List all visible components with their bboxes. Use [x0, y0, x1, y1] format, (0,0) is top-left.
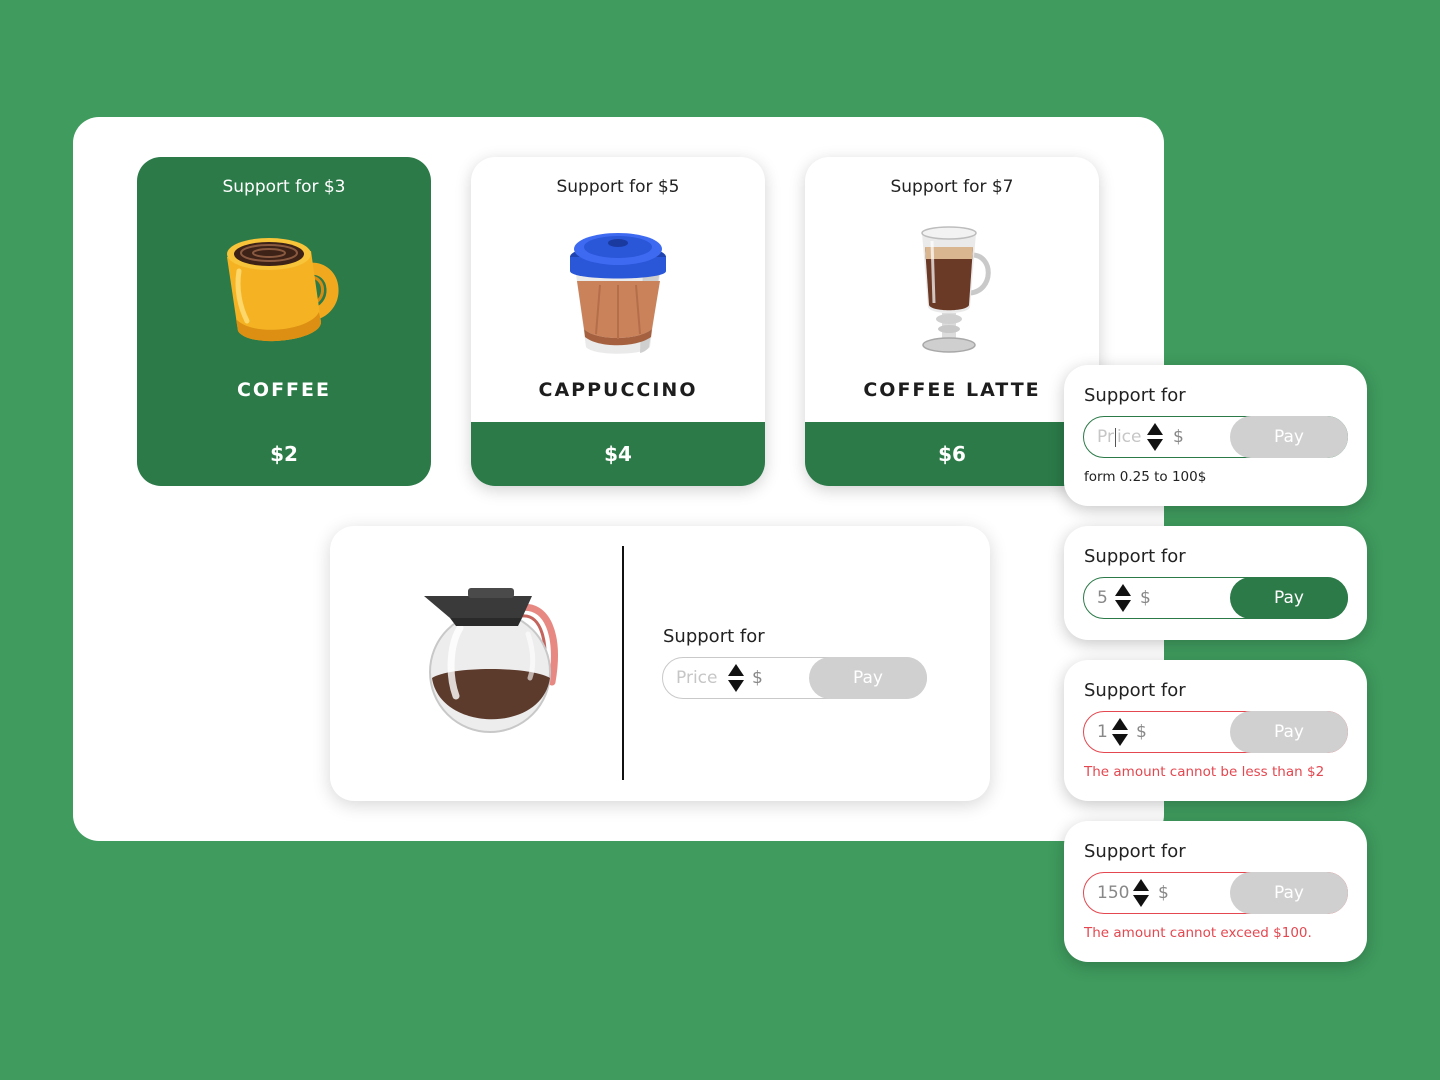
pay-button[interactable]: Pay	[809, 657, 927, 699]
card-name: COFFEE LATTE	[863, 379, 1041, 401]
support-widget-error-min: Support for 1 $ Pay The amount cannot be…	[1064, 660, 1367, 801]
card-support-label: Support for $7	[890, 177, 1014, 197]
pay-button[interactable]: Pay	[1230, 711, 1348, 753]
custom-amount-panel: Support for Price $ Pay	[330, 526, 990, 801]
currency-symbol: $	[1158, 883, 1169, 903]
amount-stepper[interactable]	[1146, 422, 1164, 452]
pay-button[interactable]: Pay	[1230, 577, 1348, 619]
amount-stepper[interactable]	[1114, 583, 1132, 613]
amount-stepper[interactable]	[1111, 717, 1129, 747]
card-name: COFFEE	[236, 379, 331, 401]
custom-amount-field: Price $ Pay	[662, 657, 927, 699]
price-input[interactable]: 1	[1097, 712, 1108, 752]
price-input[interactable]: Price	[676, 658, 717, 698]
support-label: Support for	[663, 626, 765, 647]
price-input[interactable]: 150	[1097, 873, 1129, 913]
amount-field: 5 $ Pay	[1083, 577, 1348, 619]
price-button[interactable]: $6	[805, 422, 1099, 486]
support-label: Support for	[1084, 680, 1186, 701]
amount-field: 150 $ Pay	[1083, 872, 1348, 914]
price-button[interactable]: $2	[137, 422, 431, 486]
panel-divider	[622, 546, 624, 780]
currency-symbol: $	[1140, 588, 1151, 608]
card-name: CAPPUCCINO	[538, 379, 698, 401]
coffee-card[interactable]: Support for $3 COFFEE $2	[137, 157, 431, 486]
placeholder-text-start: Pr	[1097, 427, 1114, 447]
amount-field: 1 $ Pay	[1083, 711, 1348, 753]
currency-symbol: $	[1136, 722, 1147, 742]
support-label: Support for	[1084, 385, 1186, 406]
range-hint: form 0.25 to 100$	[1084, 469, 1207, 485]
currency-symbol: $	[1173, 427, 1184, 447]
takeaway-cup-icon	[548, 219, 688, 359]
text-caret	[1114, 427, 1116, 447]
support-widget-error-max: Support for 150 $ Pay The amount cannot …	[1064, 821, 1367, 962]
support-label: Support for	[1084, 841, 1186, 862]
coffee-pot-icon	[410, 574, 570, 744]
pay-button[interactable]: Pay	[1230, 872, 1348, 914]
currency-symbol: $	[752, 668, 763, 688]
error-message: The amount cannot be less than $2	[1084, 764, 1325, 780]
coffee-mug-icon	[214, 219, 354, 359]
support-label: Support for	[1084, 546, 1186, 567]
card-support-label: Support for $5	[556, 177, 680, 197]
pay-button[interactable]: Pay	[1230, 416, 1348, 458]
price-input[interactable]: 5	[1097, 578, 1108, 618]
amount-stepper[interactable]	[727, 663, 745, 693]
price-button[interactable]: $4	[471, 422, 765, 486]
card-support-label: Support for $3	[222, 177, 346, 197]
support-widget-valid: Support for 5 $ Pay	[1064, 526, 1367, 640]
amount-field: Pr ice $ Pay	[1083, 416, 1348, 458]
amount-stepper[interactable]	[1132, 878, 1150, 908]
error-message: The amount cannot exceed $100.	[1084, 925, 1312, 941]
support-widget-focused: Support for Pr ice $ Pay form 0.25 to 100…	[1064, 365, 1367, 506]
cappuccino-card[interactable]: Support for $5 CAPPUCCINO $4	[471, 157, 765, 486]
price-input[interactable]: Price	[1097, 417, 1141, 457]
placeholder-text-end: ice	[1116, 427, 1142, 447]
coffee-latte-card[interactable]: Support for $7 COFFEE LATTE $6	[805, 157, 1099, 486]
latte-glass-icon	[882, 219, 1022, 359]
